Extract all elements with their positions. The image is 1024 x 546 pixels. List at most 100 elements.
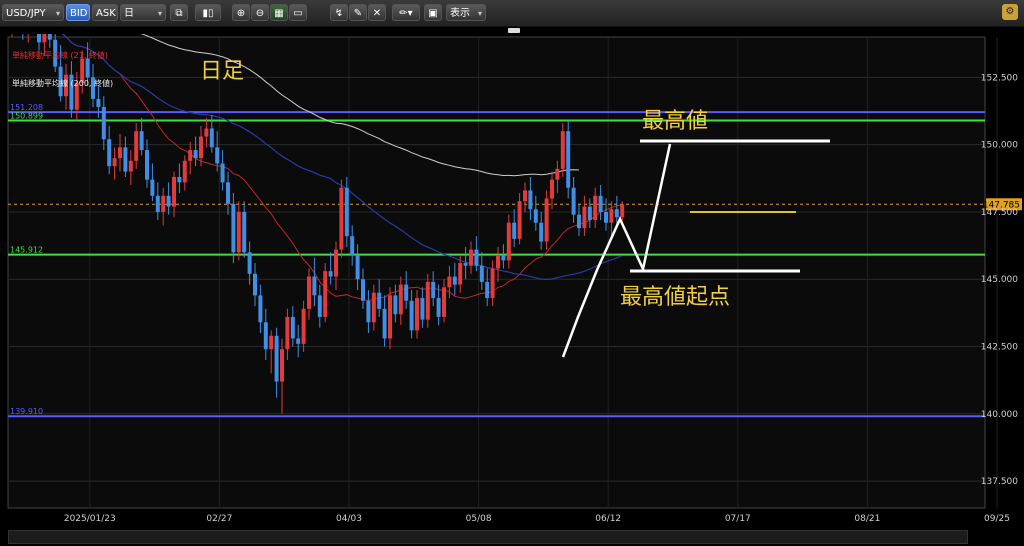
candle-body <box>145 150 149 180</box>
candle-body <box>431 281 436 299</box>
candle-body <box>182 160 187 183</box>
y-tick-label: 142.500 <box>981 343 1018 353</box>
candle-body <box>382 308 387 339</box>
candle-body <box>285 316 290 350</box>
candle-body <box>226 182 230 204</box>
link-icon[interactable]: ⧉ <box>170 4 188 21</box>
grid-icon[interactable]: ▦ <box>270 4 288 21</box>
chart-type-icon[interactable]: ▮▯ <box>195 4 221 21</box>
candle-body <box>501 255 506 261</box>
candle-body <box>112 158 117 167</box>
candle-body <box>339 187 344 250</box>
period-select[interactable]: 日 <box>120 4 166 22</box>
candle-body <box>263 322 268 350</box>
candle-body <box>474 249 479 266</box>
indicator-remove-icon[interactable]: ✕ <box>368 4 386 21</box>
candle-body <box>85 58 90 78</box>
candle-body <box>161 195 166 212</box>
candle-body <box>317 295 322 317</box>
candle-body <box>490 268 495 299</box>
candle-body <box>479 265 484 282</box>
candle-body <box>571 187 576 215</box>
candle-body <box>47 34 52 40</box>
bid-button[interactable]: BID <box>66 4 90 21</box>
x-tick-label: 2025/01/23 <box>64 514 116 524</box>
candle-body <box>312 276 317 296</box>
screenshot-icon[interactable]: ▣ <box>424 4 442 21</box>
candle-body <box>253 273 257 296</box>
level-label: 145.912 <box>10 246 43 255</box>
x-tick-label: 02/27 <box>206 514 232 524</box>
draw-tool-icon[interactable]: ✏▾ <box>392 4 420 21</box>
candle-body <box>215 147 220 164</box>
candle-body <box>344 187 349 237</box>
candle-body <box>496 255 500 269</box>
zoom-in-icon[interactable]: ⊕ <box>232 4 250 21</box>
candle-body <box>485 281 490 299</box>
candle-body <box>280 349 284 382</box>
candle-body <box>604 211 608 223</box>
candle-body <box>593 195 598 221</box>
collapse-handle-icon[interactable] <box>508 28 520 33</box>
chart-navigator[interactable] <box>8 530 968 544</box>
candle-body <box>555 168 560 180</box>
candle-body <box>350 236 355 256</box>
candle-body <box>101 106 106 140</box>
level-label: 139.910 <box>10 407 43 416</box>
candle-body <box>598 195 603 212</box>
zoom-out-icon[interactable]: ⊖ <box>251 4 269 21</box>
x-tick-label: 06/12 <box>595 514 621 524</box>
x-tick-label: 09/25 <box>984 514 1010 524</box>
candle-body <box>544 198 549 242</box>
candle-body <box>123 147 128 172</box>
ask-button[interactable]: ASK <box>92 4 118 21</box>
candle-body <box>150 179 155 196</box>
indicator-add-icon[interactable]: ↯ <box>330 4 348 21</box>
x-tick-label: 04/03 <box>336 514 362 524</box>
x-tick-label: 08/21 <box>854 514 880 524</box>
y-tick-label: 140.000 <box>981 410 1018 420</box>
candle-body <box>512 222 517 239</box>
candle-body <box>371 292 376 323</box>
candle-body <box>128 160 133 172</box>
price-axis: 137.500 140.000 142.500 145.000 147.500 150.0… <box>981 73 1018 487</box>
y-tick-label: 137.500 <box>981 477 1018 487</box>
candle-body <box>236 211 241 253</box>
plot-area <box>7 36 986 509</box>
candle-body <box>550 179 554 199</box>
candle-body <box>107 139 112 167</box>
indicator-edit-icon[interactable]: ✎ <box>349 4 367 21</box>
candle-body <box>539 222 544 242</box>
candle-body <box>247 252 252 274</box>
display-menu[interactable]: 表示 <box>446 4 486 22</box>
candle-body <box>37 34 41 43</box>
window-icon[interactable]: ▭ <box>289 4 307 21</box>
candle-body <box>269 335 274 350</box>
currency-pair-select[interactable]: USD/JPY <box>2 4 64 22</box>
annotation-peak: 最高値 <box>642 109 708 134</box>
candle-body <box>560 131 565 169</box>
candle-body <box>290 316 295 339</box>
candle-body <box>523 190 527 202</box>
candle-body <box>393 295 398 315</box>
candle-body <box>377 292 382 309</box>
candle-body <box>134 131 139 161</box>
candle-body <box>361 279 365 301</box>
candle-body <box>188 150 193 161</box>
candle-body <box>587 206 592 221</box>
chart-toolbar: USD/JPY BID ASK 日 ⧉ ▮▯ ⊕ ⊖ ▦ ▭ ↯ ✎ ✕ ✏▾ … <box>0 0 1024 27</box>
candle-body <box>614 209 619 218</box>
candle-body <box>366 300 371 323</box>
candle-body <box>307 276 311 309</box>
candle-body <box>415 298 419 331</box>
candle-body <box>96 98 101 107</box>
candle-body <box>177 176 182 183</box>
candle-body <box>577 214 581 229</box>
candle-body <box>447 276 452 288</box>
candle-body <box>139 131 144 151</box>
candle-body <box>296 338 301 344</box>
candle-body <box>155 195 160 212</box>
settings-icon[interactable]: ⚙ <box>1002 4 1018 20</box>
candle-body <box>323 271 328 317</box>
candle-body <box>388 295 392 339</box>
